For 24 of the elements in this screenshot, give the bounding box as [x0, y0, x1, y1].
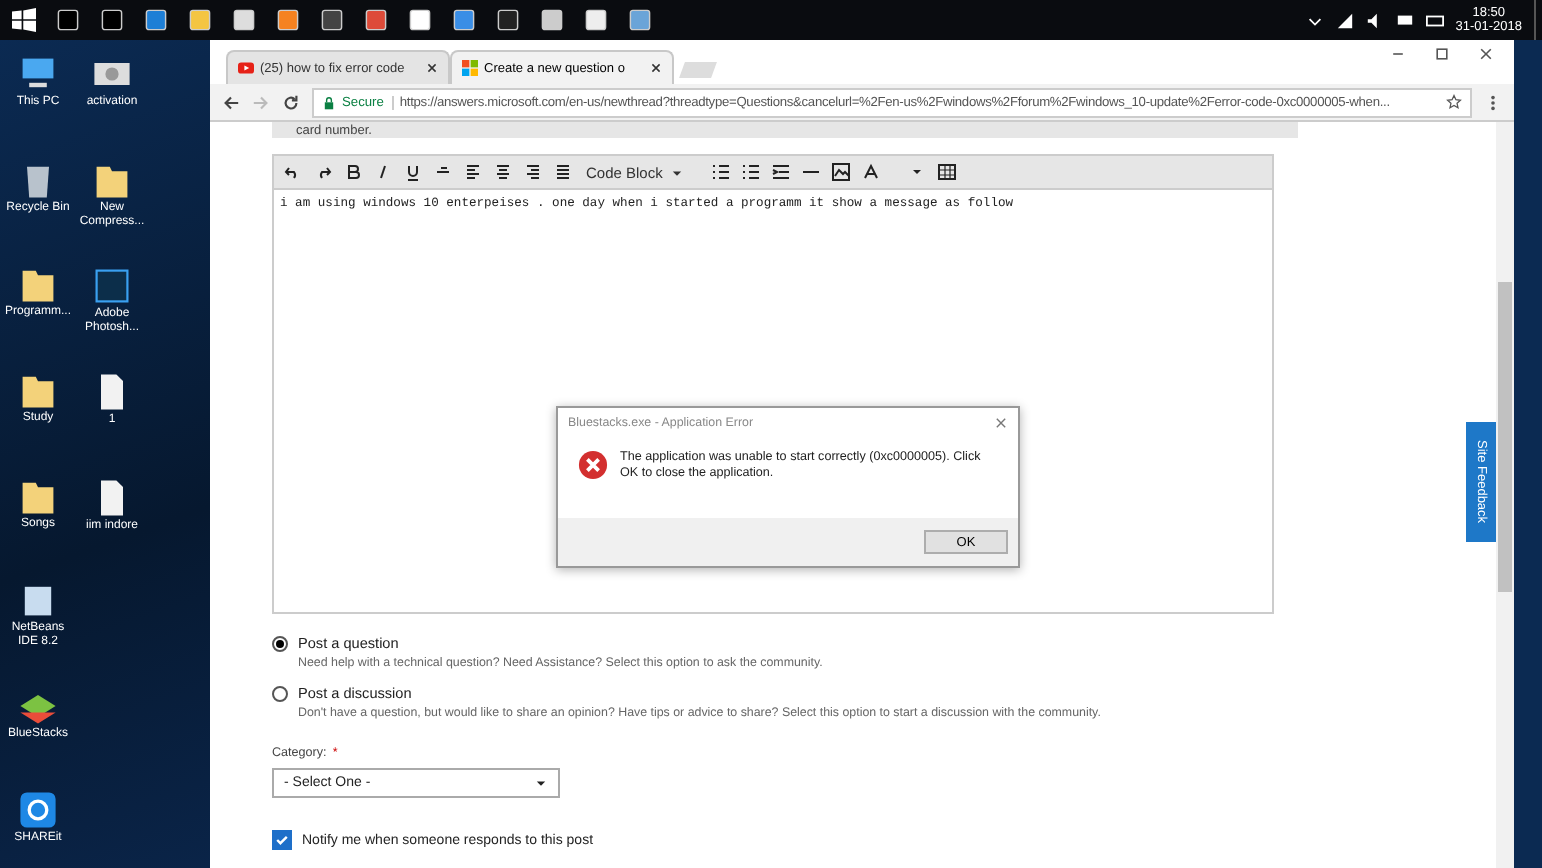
close-icon[interactable]	[426, 62, 438, 74]
caret-icon	[534, 776, 548, 790]
wifi-icon[interactable]	[1335, 11, 1354, 29]
image-icon[interactable]	[826, 162, 856, 182]
caret-icon	[670, 166, 685, 181]
radio-button[interactable]	[272, 636, 288, 652]
scrollbar[interactable]	[1496, 122, 1514, 868]
maximize-icon[interactable]	[1434, 46, 1450, 62]
checkbox[interactable]	[272, 830, 292, 850]
lock-icon	[322, 95, 336, 109]
star-icon[interactable]	[1446, 94, 1462, 110]
radio-button[interactable]	[272, 686, 288, 702]
tiles-icon	[462, 60, 478, 76]
reload-icon[interactable]	[282, 93, 300, 111]
share-icon[interactable]	[16, 788, 60, 833]
photoshop-icon[interactable]	[90, 264, 134, 308]
start-icon[interactable]	[12, 8, 36, 32]
keyboard-icon[interactable]	[1425, 11, 1444, 29]
table-icon[interactable]	[932, 162, 962, 182]
close-icon[interactable]	[1478, 46, 1494, 62]
error-icon	[578, 450, 608, 480]
back-arrow-icon[interactable]	[222, 93, 240, 111]
close-icon[interactable]	[650, 62, 662, 74]
play-icon	[238, 60, 254, 76]
